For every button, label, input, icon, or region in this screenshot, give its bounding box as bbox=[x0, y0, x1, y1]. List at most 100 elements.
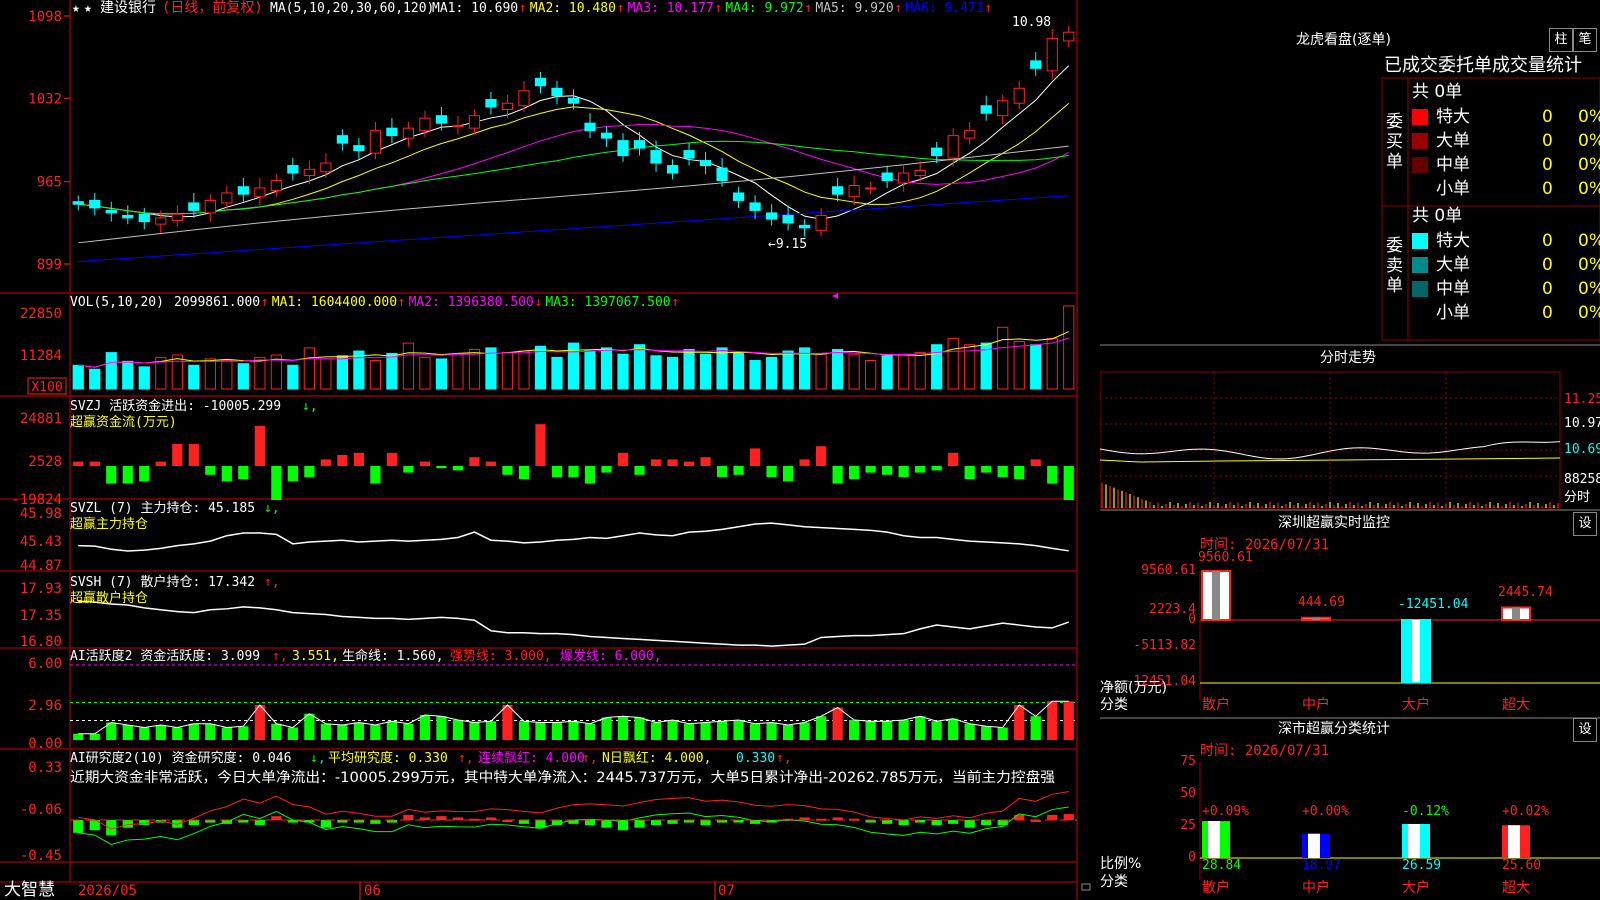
activity-bar bbox=[535, 722, 546, 740]
candle-body bbox=[1030, 60, 1042, 69]
ai2-title: AI研究度2(10) 资金研究度: 0.046 bbox=[70, 750, 291, 766]
activity-bar bbox=[766, 722, 777, 740]
fund-flow-bar bbox=[155, 461, 166, 466]
candle-body bbox=[749, 202, 761, 211]
research-bar bbox=[948, 820, 959, 824]
fund-flow-bar bbox=[700, 457, 711, 466]
candle-body bbox=[617, 140, 629, 157]
side-label-char: 委 bbox=[1386, 236, 1403, 256]
monitor-title: 深圳超赢实时监控 bbox=[1278, 515, 1390, 531]
svsh-title: SVSH (7) 散户持仓: 17.342 bbox=[70, 574, 255, 590]
monitor-settings-button[interactable]: 设 bbox=[1573, 512, 1597, 536]
fund-flow-bar bbox=[898, 466, 909, 477]
volume-bar bbox=[402, 342, 415, 390]
vol-item-4: MA3: 1397067.500 bbox=[545, 295, 670, 310]
activity-bar bbox=[948, 718, 959, 740]
volume-bar bbox=[1046, 337, 1058, 390]
legend-swatch bbox=[1412, 281, 1428, 297]
order-name: 大单 bbox=[1436, 255, 1470, 275]
fund-flow-bar bbox=[106, 466, 117, 484]
ma-arrow-2: ↑ bbox=[617, 1, 625, 16]
fund-flow-bar bbox=[1063, 466, 1074, 500]
order-count: 0 bbox=[1542, 179, 1553, 199]
vol-tick: 22850 bbox=[20, 306, 62, 322]
monitor-category: 散户 bbox=[1202, 697, 1230, 713]
research-bar bbox=[882, 820, 893, 824]
candle-body bbox=[1013, 87, 1025, 104]
ai2-tick: 0.33 bbox=[28, 760, 62, 776]
price-tick: 1032 bbox=[28, 91, 62, 107]
fund-flow-bar bbox=[1030, 459, 1041, 466]
volume-bar bbox=[353, 350, 365, 390]
ai2-arrow3: ↑, bbox=[582, 751, 598, 766]
candle-body bbox=[105, 209, 117, 214]
fund-flow-bar bbox=[766, 466, 777, 477]
activity-bar bbox=[287, 727, 298, 740]
ai1-tick: 2.96 bbox=[28, 698, 62, 714]
research-bar bbox=[188, 820, 199, 826]
classify-settings-button[interactable]: 设 bbox=[1573, 718, 1597, 742]
candle-body bbox=[997, 100, 1009, 117]
monitor-bar-shade bbox=[1412, 620, 1420, 682]
activity-bar bbox=[981, 726, 992, 740]
side-label-char: 买 bbox=[1386, 132, 1403, 152]
fund-flow-bar bbox=[667, 459, 678, 466]
activity-bar bbox=[667, 720, 678, 740]
order-pct: 0% bbox=[1578, 231, 1600, 251]
main-chart-area[interactable]: 1098 1032 965 899 ★ ★ 建设银行 (日线，前复权) MA(5,10,20,3… bbox=[0, 0, 1100, 900]
classify-tick: 25 bbox=[1180, 818, 1196, 833]
fund-flow-bar bbox=[403, 466, 414, 473]
research-bar bbox=[122, 820, 133, 828]
side-label-char: 委 bbox=[1386, 112, 1403, 132]
activity-bar bbox=[733, 720, 744, 740]
svsh-tick: 17.35 bbox=[20, 608, 62, 624]
activity-bar bbox=[205, 723, 216, 740]
candle-body bbox=[534, 77, 547, 87]
vol-item-1: 2099861.000 bbox=[174, 295, 260, 310]
research-bar bbox=[898, 820, 909, 826]
pen-mode-button[interactable]: 笔 bbox=[1573, 28, 1597, 52]
candle-body bbox=[122, 214, 134, 219]
activity-bar bbox=[964, 723, 975, 740]
volume-bar bbox=[931, 344, 943, 390]
classify-title: 深市超赢分类统计 bbox=[1278, 721, 1390, 737]
side-label-char: 单 bbox=[1386, 276, 1403, 296]
favorite-star-icon-2: ★ bbox=[84, 1, 92, 16]
research-bar bbox=[997, 820, 1008, 826]
legend-swatch bbox=[1412, 109, 1428, 125]
fund-flow-bar bbox=[419, 461, 431, 466]
volume-bar bbox=[765, 356, 778, 390]
candle-body bbox=[1063, 31, 1075, 42]
research-bar bbox=[700, 820, 711, 826]
volume-bar bbox=[584, 350, 596, 390]
candle-body bbox=[815, 214, 827, 231]
volume-bar bbox=[287, 364, 299, 390]
candle-body bbox=[931, 147, 943, 157]
activity-bar bbox=[601, 717, 612, 740]
research-bar bbox=[535, 820, 546, 828]
research-bar bbox=[403, 814, 414, 820]
candle-body bbox=[287, 165, 299, 174]
fund-flow-bar bbox=[568, 466, 579, 477]
ma-value-1: MA1: 10.690 bbox=[432, 1, 518, 16]
classify-unit: 比例% bbox=[1100, 856, 1142, 872]
bar-mode-button[interactable]: 柱 bbox=[1549, 28, 1573, 52]
research-bar bbox=[254, 820, 265, 826]
fund-flow-bar bbox=[832, 466, 843, 484]
volume-bar bbox=[898, 353, 910, 390]
candle-body bbox=[699, 160, 712, 167]
classify-value-label: 18.97 bbox=[1302, 858, 1342, 873]
classify-change-label: +0.00% bbox=[1302, 804, 1349, 819]
candle-body bbox=[188, 202, 200, 211]
vol-item-3: MA2: 1396380.500 bbox=[409, 295, 534, 310]
intraday-price-mid: 10.97 bbox=[1564, 416, 1600, 431]
monitor-value-label: -12451.04 bbox=[1398, 597, 1469, 612]
order-count: 0 bbox=[1542, 279, 1553, 299]
activity-bar bbox=[898, 720, 909, 740]
research-bar bbox=[518, 820, 530, 824]
fund-flow-bar bbox=[320, 459, 331, 466]
volume-bar bbox=[89, 368, 101, 390]
fund-flow-bar bbox=[981, 466, 992, 473]
candle-body bbox=[765, 212, 778, 220]
classify-category: 超大 bbox=[1502, 880, 1530, 896]
